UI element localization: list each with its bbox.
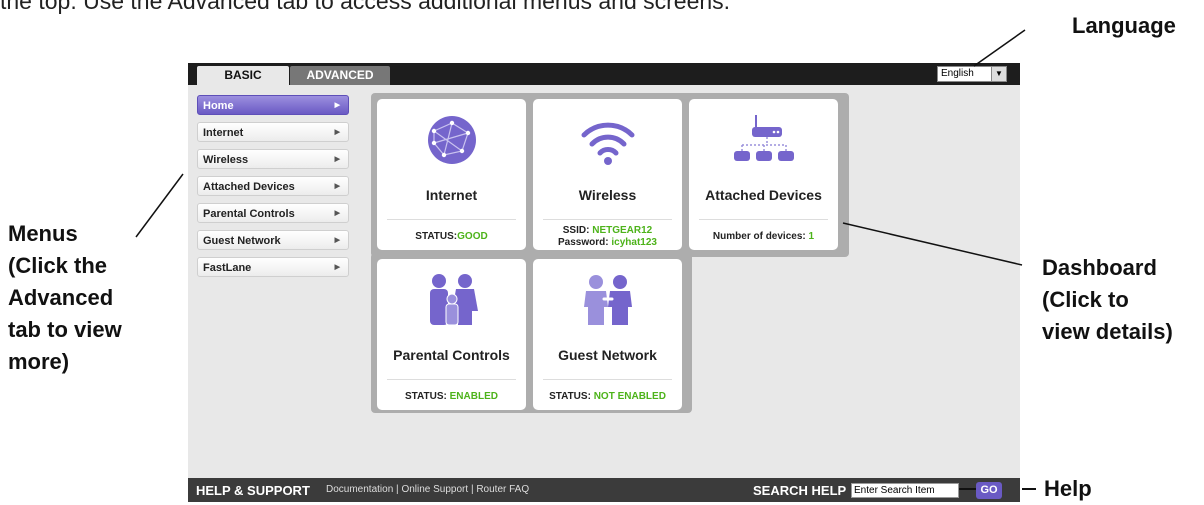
menu-item-guest-network[interactable]: Guest Network ▶	[197, 230, 349, 250]
search-help-label: SEARCH HELP	[753, 483, 847, 498]
ssid-line: SSID: NETGEAR12	[533, 225, 682, 237]
arrow-right-icon: ▶	[334, 129, 340, 136]
status-value: ENABLED	[449, 391, 498, 402]
status-value: GOOD	[457, 231, 488, 242]
help-support-bar: HELP & SUPPORT Documentation | Online Su…	[188, 478, 1020, 502]
tile-status: SSID: NETGEAR12 Password: icyhat123	[533, 225, 682, 249]
menus-callout-pointer	[135, 173, 184, 238]
status-label: STATUS:	[405, 391, 450, 402]
menu-item-parental-controls[interactable]: Parental Controls ▶	[197, 203, 349, 223]
link-documentation[interactable]: Documentation	[326, 484, 393, 495]
status-label: STATUS:	[549, 391, 594, 402]
menus-callout-line: (Click the	[8, 253, 108, 278]
guests-icon	[584, 275, 632, 325]
language-callout-line	[973, 29, 1026, 67]
tile-status: STATUS: ENABLED	[377, 391, 526, 403]
intro-text: the top. Use the Advanced tab to access …	[0, 0, 731, 14]
tile-guest-network[interactable]: Guest Network STATUS: NOT ENABLED	[533, 259, 682, 410]
arrow-right-icon: ▶	[334, 237, 340, 244]
tile-status: Number of devices: 1	[689, 231, 838, 243]
count-label: Number of devices:	[712, 231, 809, 242]
menu-item-label: Internet	[203, 127, 244, 139]
help-links: Documentation | Online Support | Router …	[326, 484, 529, 495]
tile-title: Internet	[425, 187, 478, 203]
menu-item-label: Wireless	[203, 154, 249, 166]
link-separator: |	[396, 484, 399, 495]
dashboard-callout-line: view details)	[1042, 319, 1173, 344]
arrow-right-icon: ▶	[334, 210, 340, 217]
tile-title: Wireless	[578, 187, 637, 203]
router-ui-screenshot: BASIC ADVANCED English ▼ Home ▶ Internet ▶…	[188, 63, 1020, 502]
menus-callout-line: Advanced	[8, 285, 114, 310]
globe-icon	[428, 116, 476, 164]
tile-divider	[543, 219, 672, 220]
link-online-support[interactable]: Online Support	[401, 484, 468, 495]
password-line: Password: icyhat123	[533, 237, 682, 249]
tile-divider	[699, 219, 828, 220]
tile-divider	[387, 219, 516, 220]
menu-item-wireless[interactable]: Wireless ▶	[197, 149, 349, 169]
tile-title: Guest Network	[558, 347, 657, 363]
menu-item-internet[interactable]: Internet ▶	[197, 122, 349, 142]
chevron-down-icon[interactable]: ▼	[991, 67, 1006, 81]
arrow-right-icon: ▶	[334, 183, 340, 190]
menu-item-label: Guest Network	[203, 235, 281, 247]
dashboard-callout-line: (Click to	[1042, 287, 1129, 312]
tile-internet[interactable]: Internet STATUS:GOOD	[377, 99, 526, 250]
dashboard-callout: Dashboard (Click to view details)	[1042, 252, 1173, 348]
language-callout: Language	[1072, 13, 1176, 38]
menu-item-label: FastLane	[203, 262, 252, 274]
help-support-title: HELP & SUPPORT	[196, 483, 310, 498]
password-value: icyhat123	[611, 237, 657, 248]
tile-parental-controls[interactable]: Parental Controls STATUS: ENABLED	[377, 259, 526, 410]
status-label: STATUS:	[415, 231, 458, 242]
search-help-input[interactable]: Enter Search Item	[851, 483, 959, 498]
arrow-right-icon: ▶	[334, 102, 340, 109]
tile-status: STATUS:GOOD	[377, 231, 526, 243]
arrow-right-icon: ▶	[334, 264, 340, 271]
tile-title: Parental Controls	[393, 347, 510, 363]
tile-title: Attached Devices	[705, 187, 822, 203]
language-select[interactable]: English ▼	[937, 66, 1007, 82]
status-value: NOT ENABLED	[593, 391, 666, 402]
go-button[interactable]: GO	[976, 482, 1002, 499]
menu-item-label: Home	[203, 100, 234, 112]
menus-callout-line: tab to view	[8, 317, 122, 342]
link-separator: |	[470, 484, 474, 495]
arrow-right-icon: ▶	[334, 156, 340, 163]
help-callout: Help	[1044, 476, 1092, 501]
password-label: Password:	[558, 237, 612, 248]
menu-item-attached-devices[interactable]: Attached Devices ▶	[197, 176, 349, 196]
family-icon	[430, 274, 478, 326]
tile-status: STATUS: NOT ENABLED	[533, 391, 682, 403]
menu-item-label: Parental Controls	[203, 208, 295, 220]
menu-item-label: Attached Devices	[203, 181, 295, 193]
tab-advanced[interactable]: ADVANCED	[290, 66, 390, 85]
language-select-value: English	[941, 68, 974, 79]
network-devices-icon	[734, 115, 794, 161]
tab-basic[interactable]: BASIC	[197, 66, 289, 85]
link-router-faq[interactable]: Router FAQ	[476, 484, 529, 495]
menus-callout-line: Menus	[8, 221, 78, 246]
wifi-icon	[581, 122, 635, 165]
ssid-value: NETGEAR12	[592, 225, 653, 236]
tile-wireless[interactable]: Wireless SSID: NETGEAR12 Password: icyha…	[533, 99, 682, 250]
menus-callout: Menus (Click the Advanced tab to view mo…	[8, 218, 122, 378]
tile-divider	[543, 379, 672, 380]
dashboard: Internet STATUS:GOOD Wireless SSID: NETG…	[371, 93, 849, 413]
dashboard-callout-line: Dashboard	[1042, 255, 1157, 280]
tile-divider	[387, 379, 516, 380]
tile-attached-devices[interactable]: Attached Devices Number of devices: 1	[689, 99, 838, 250]
menus-callout-line: more)	[8, 349, 70, 374]
top-tab-bar: BASIC ADVANCED English ▼	[188, 63, 1020, 85]
menu-item-fastlane[interactable]: FastLane ▶	[197, 257, 349, 277]
menu-item-home[interactable]: Home ▶	[197, 95, 349, 115]
count-value: 1	[808, 231, 815, 242]
ssid-label: SSID:	[562, 225, 593, 236]
